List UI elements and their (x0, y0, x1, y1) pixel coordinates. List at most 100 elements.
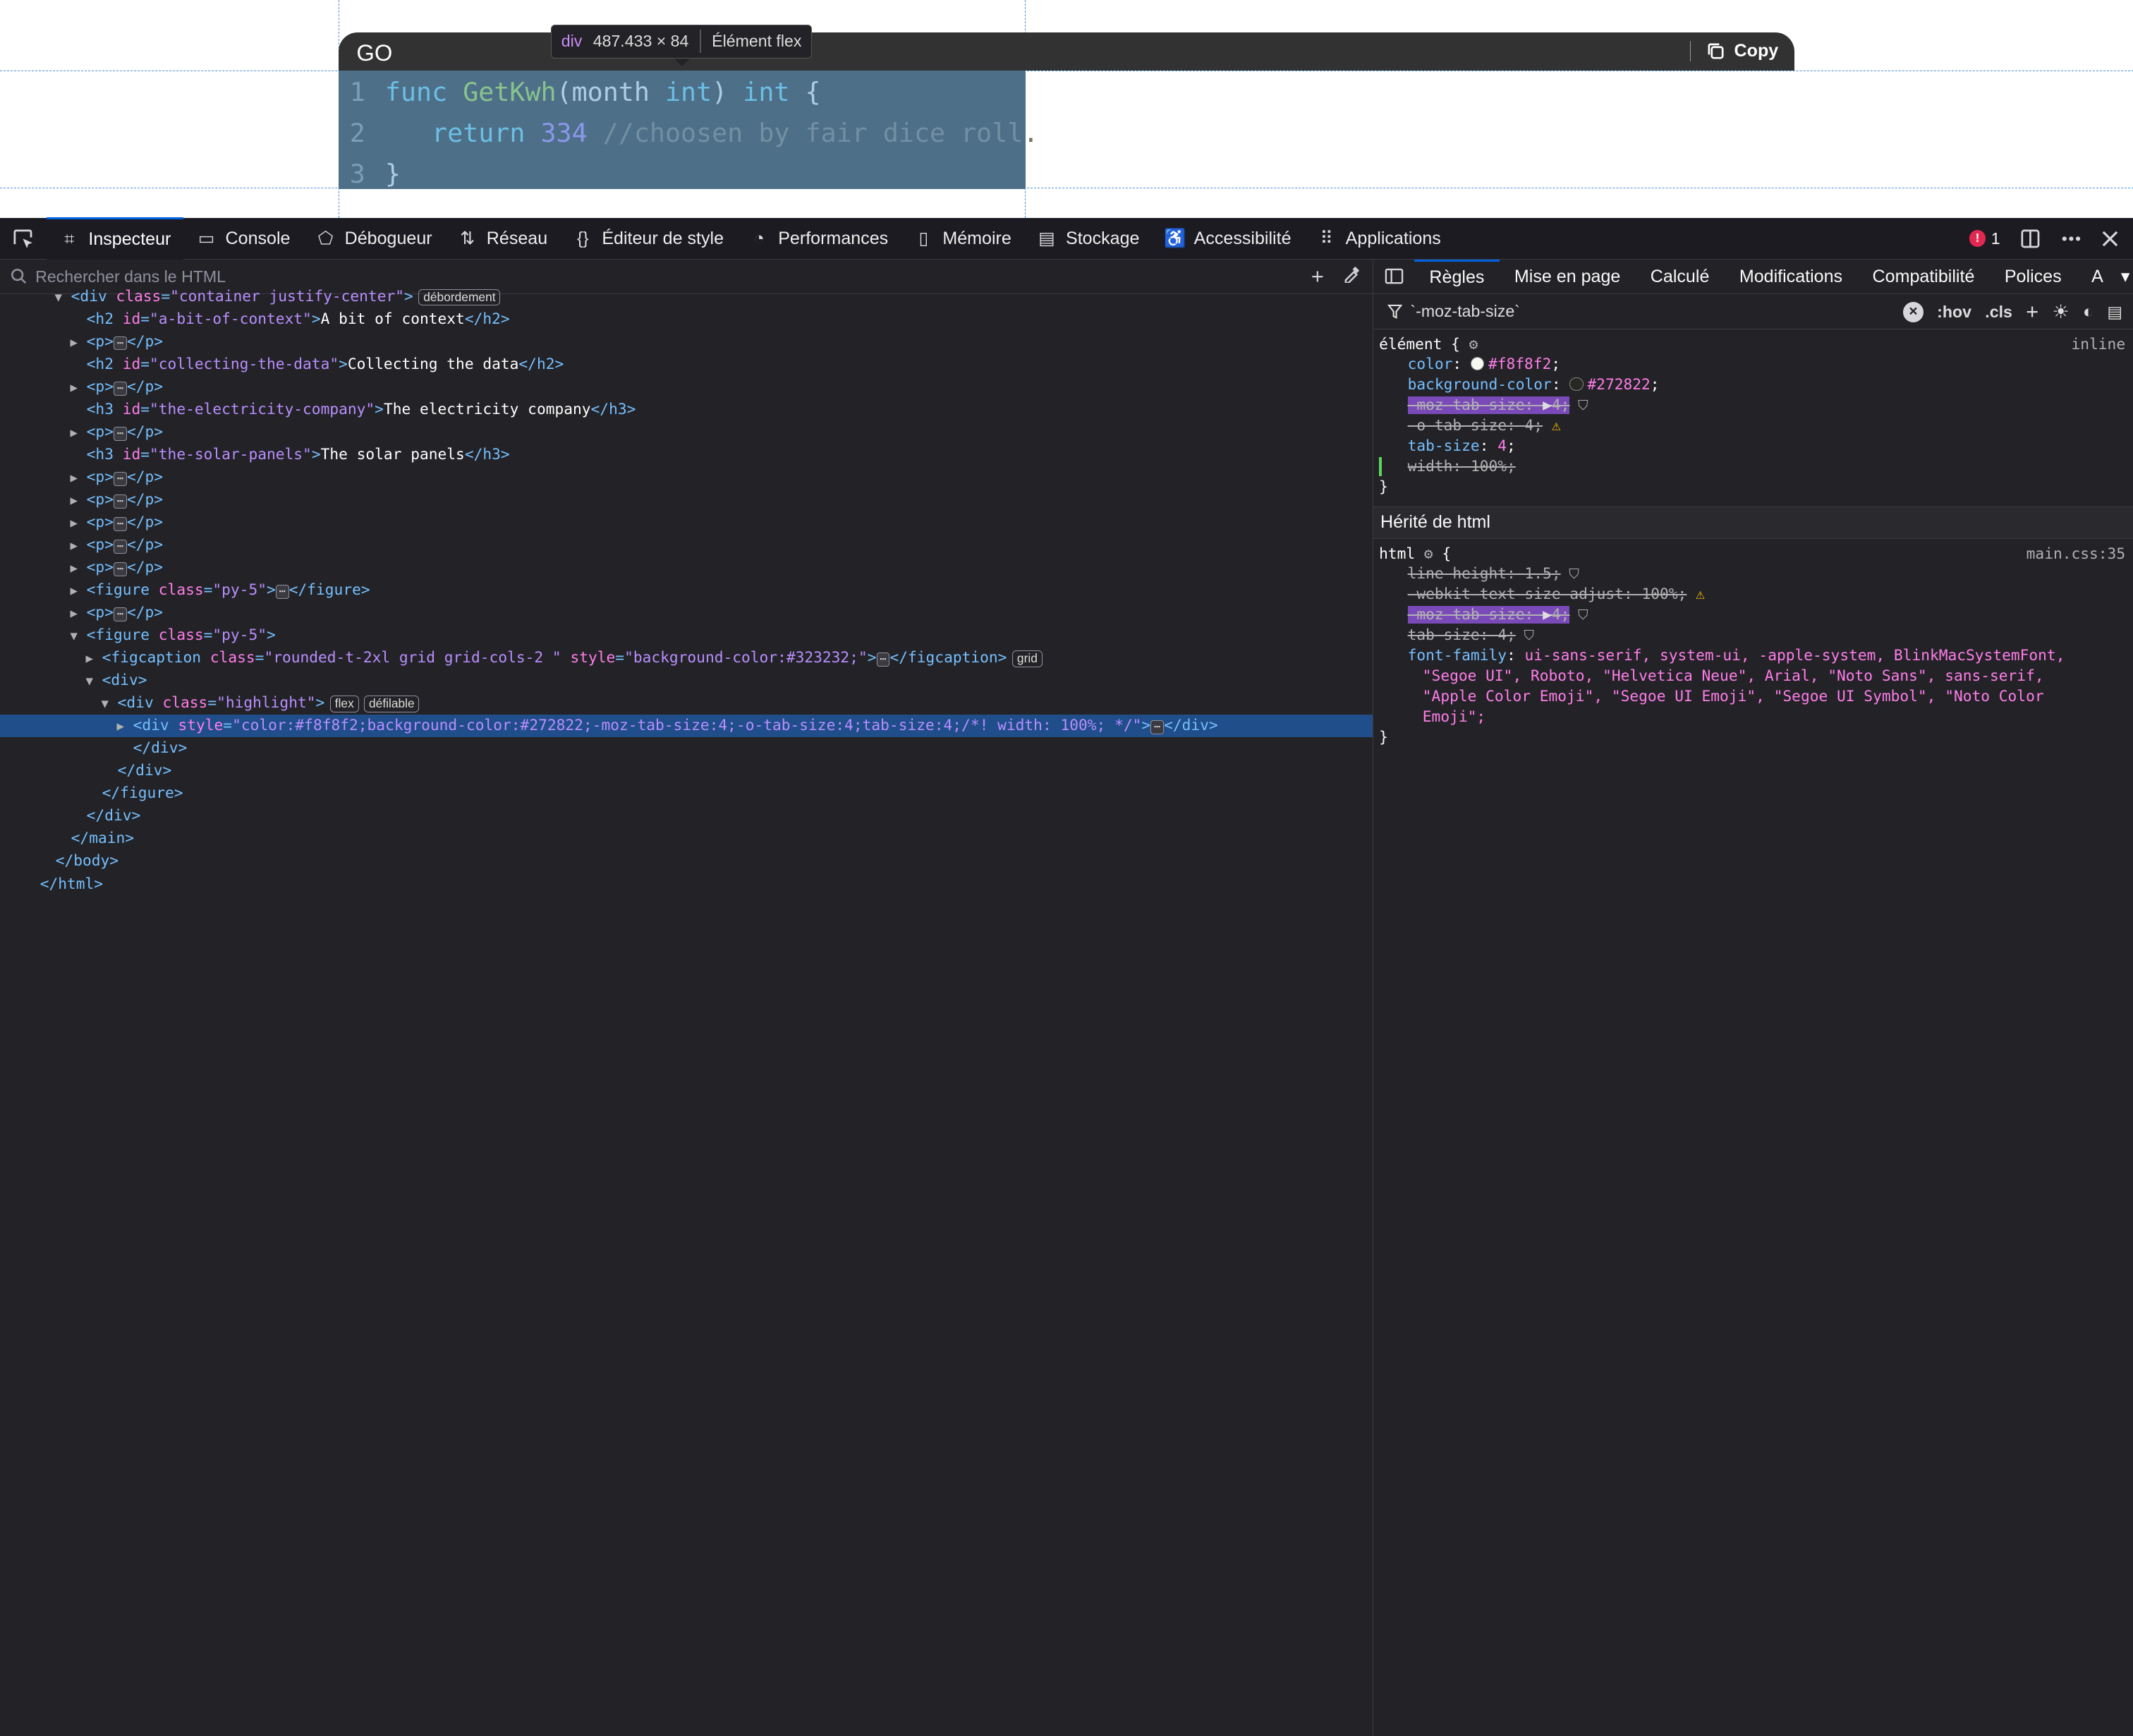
expand-arrow-icon[interactable]: ▶ (1543, 606, 1552, 624)
sidebar-tab[interactable]: Compatibilité (1857, 260, 1989, 293)
copy-button[interactable]: Copy (1689, 40, 1778, 61)
expand-toggle-icon[interactable]: ▶ (71, 467, 87, 490)
rule-source[interactable]: main.css:35 (2026, 545, 2125, 565)
sidebar-tab[interactable]: Mise en page (1500, 260, 1636, 293)
tab-inspector[interactable]: ⌗ Inspecteur (46, 217, 183, 260)
css-declaration[interactable]: -moz-tab-size: ▶4; ⛉ (1373, 396, 2133, 416)
markup-node[interactable]: </figure> (0, 782, 1373, 805)
markup-node[interactable]: ▼ <div class="container justify-center"> d… (0, 286, 1373, 308)
markup-node[interactable]: ▶ <figcaption class="rounded-t-2xl grid g… (0, 647, 1373, 669)
collapsed-content-button[interactable]: ⋯ (113, 427, 127, 441)
markup-node[interactable]: ▶ <p> ⋯ </p> (0, 466, 1373, 489)
markup-node[interactable]: ▶ <p> ⋯ </p> (0, 511, 1373, 534)
css-declaration[interactable]: font-family: ui-sans-serif, system-ui, -… (1373, 646, 2133, 667)
sidebar-tab[interactable]: Calculé (1636, 260, 1725, 293)
markup-node[interactable]: </html> (0, 873, 1373, 896)
error-counter[interactable]: ! 1 (1969, 229, 2000, 248)
markup-node[interactable]: ▼ <div class="highlight"> flex défilable (0, 692, 1373, 715)
tab-accessibility[interactable]: ♿ Accessibilité (1152, 217, 1304, 260)
dock-icon[interactable] (2019, 228, 2041, 250)
sidebar-toggle-icon[interactable] (1373, 260, 1414, 293)
node-badge[interactable]: grid (1012, 650, 1043, 667)
sidebar-tab[interactable]: A (2077, 260, 2118, 293)
css-declaration[interactable]: line-height: 1.5; ⛉ (1373, 564, 2133, 585)
markup-node[interactable]: </div> (0, 737, 1373, 760)
markup-node[interactable]: <h2 id="collecting-the-data">Collecting … (0, 353, 1373, 376)
css-declaration[interactable]: Emoji"; (1373, 708, 2133, 728)
filter-property-icon[interactable]: ⛉ (1569, 607, 1588, 623)
expand-toggle-icon[interactable]: ▶ (71, 557, 87, 580)
dark-theme-icon[interactable]: ◐ (2083, 302, 2094, 322)
markup-node[interactable]: ▶ <p> ⋯ </p> (0, 534, 1373, 557)
collapsed-content-button[interactable]: ⋯ (113, 494, 127, 509)
expand-toggle-icon[interactable]: ▼ (102, 693, 118, 715)
collapsed-content-button[interactable]: ⋯ (113, 382, 127, 396)
eyedropper-icon[interactable] (1343, 264, 1362, 284)
css-declaration[interactable]: "Apple Color Emoji", "Segoe UI Emoji", "… (1373, 687, 2133, 708)
color-swatch[interactable] (1569, 377, 1584, 391)
expand-toggle-icon[interactable]: ▶ (71, 602, 87, 625)
markup-node[interactable]: ▶ <p> ⋯ </p> (0, 376, 1373, 399)
node-settings-icon[interactable]: ⚙ (1460, 336, 1478, 353)
css-declaration[interactable]: tab-size: 4; (1373, 437, 2133, 457)
more-options-icon[interactable] (2060, 228, 2082, 250)
css-declaration[interactable]: -o-tab-size: 4; ⚠ (1373, 416, 2133, 437)
tab-applications[interactable]: ⠿ Applications (1304, 217, 1453, 260)
collapsed-content-button[interactable]: ⋯ (1150, 720, 1165, 734)
markup-node[interactable]: </div> (0, 805, 1373, 827)
tab-storage[interactable]: ▤ Stockage (1023, 217, 1152, 260)
collapsed-content-button[interactable]: ⋯ (113, 472, 127, 486)
sidebar-tab[interactable]: Modifications (1725, 260, 1858, 293)
close-icon[interactable] (2101, 229, 2120, 248)
tab-style-editor[interactable]: {} Éditeur de style (560, 217, 736, 260)
markup-node[interactable]: ▶ <p> ⋯ </p> (0, 557, 1373, 579)
css-declaration[interactable]: "Segoe UI", Roboto, "Helvetica Neue", Ar… (1373, 667, 2133, 687)
expand-toggle-icon[interactable]: ▼ (55, 286, 71, 309)
markup-node[interactable]: ▶ <figure class="py-5"> ⋯ </figure> (0, 579, 1373, 602)
markup-node[interactable]: <h2 id="a-bit-of-context">A bit of conte… (0, 308, 1373, 331)
node-badge[interactable]: défilable (364, 696, 420, 712)
filter-property-icon[interactable]: ⛉ (1561, 566, 1579, 582)
more-tabs-icon[interactable]: ▾ (2118, 260, 2132, 293)
expand-toggle-icon[interactable]: ▼ (71, 625, 87, 648)
markup-node[interactable]: ▶ <p> ⋯ </p> (0, 602, 1373, 624)
sidebar-tab[interactable]: Polices (1990, 260, 2077, 293)
collapsed-content-button[interactable]: ⋯ (113, 336, 127, 351)
rule-source[interactable]: inline (2072, 335, 2126, 356)
collapsed-content-button[interactable]: ⋯ (113, 562, 127, 576)
markup-node[interactable]: <h3 id="the-electricity-company">The ele… (0, 399, 1373, 421)
markup-node[interactable]: ▼ <div> (0, 669, 1373, 692)
rules-filter[interactable]: `-moz-tab-size` × :hov .cls + ☀ ◐ ▤ (1373, 294, 2133, 329)
filter-input[interactable]: `-moz-tab-size` (1410, 302, 1519, 321)
collapsed-content-button[interactable]: ⋯ (113, 607, 127, 621)
markup-node[interactable]: ▶ <p> ⋯ </p> (0, 331, 1373, 353)
print-simulation-icon[interactable]: ▤ (2107, 303, 2122, 322)
css-declaration[interactable]: width: 100%; (1373, 457, 2133, 478)
css-declaration[interactable]: background-color: #272822; (1373, 375, 2133, 396)
hov-button[interactable]: :hov (1937, 303, 1971, 322)
collapsed-content-button[interactable]: ⋯ (275, 585, 289, 599)
markup-node[interactable]: ▼ <figure class="py-5"> (0, 624, 1373, 647)
tab-performance[interactable]: ◔ Performances (736, 217, 900, 260)
color-swatch[interactable] (1470, 357, 1485, 371)
expand-toggle-icon[interactable]: ▶ (71, 512, 87, 535)
node-settings-icon[interactable]: ⚙ (1415, 545, 1433, 563)
expand-toggle-icon[interactable]: ▶ (71, 490, 87, 512)
css-declaration[interactable]: color: #f8f8f2; (1373, 355, 2133, 375)
expand-toggle-icon[interactable]: ▶ (71, 377, 87, 399)
markup-node[interactable]: </main> (0, 827, 1373, 850)
expand-toggle-icon[interactable]: ▶ (71, 332, 87, 354)
filter-property-icon[interactable]: ⛉ (1569, 397, 1588, 413)
node-badge[interactable]: débordement (418, 289, 501, 306)
expand-toggle-icon[interactable]: ▶ (71, 535, 87, 557)
markup-node[interactable]: </div> (0, 760, 1373, 782)
expand-toggle-icon[interactable]: ▶ (117, 715, 133, 738)
css-declaration[interactable]: -moz-tab-size: ▶4; ⛉ (1373, 605, 2133, 626)
markup-node[interactable]: ▶ <p> ⋯ </p> (0, 489, 1373, 511)
collapsed-content-button[interactable]: ⋯ (876, 652, 890, 667)
markup-node[interactable]: </body> (0, 850, 1373, 873)
node-badge[interactable]: flex (329, 696, 359, 712)
sidebar-tab[interactable]: Règles (1414, 259, 1500, 293)
light-theme-icon[interactable]: ☀ (2052, 301, 2069, 323)
collapsed-content-button[interactable]: ⋯ (113, 517, 127, 531)
